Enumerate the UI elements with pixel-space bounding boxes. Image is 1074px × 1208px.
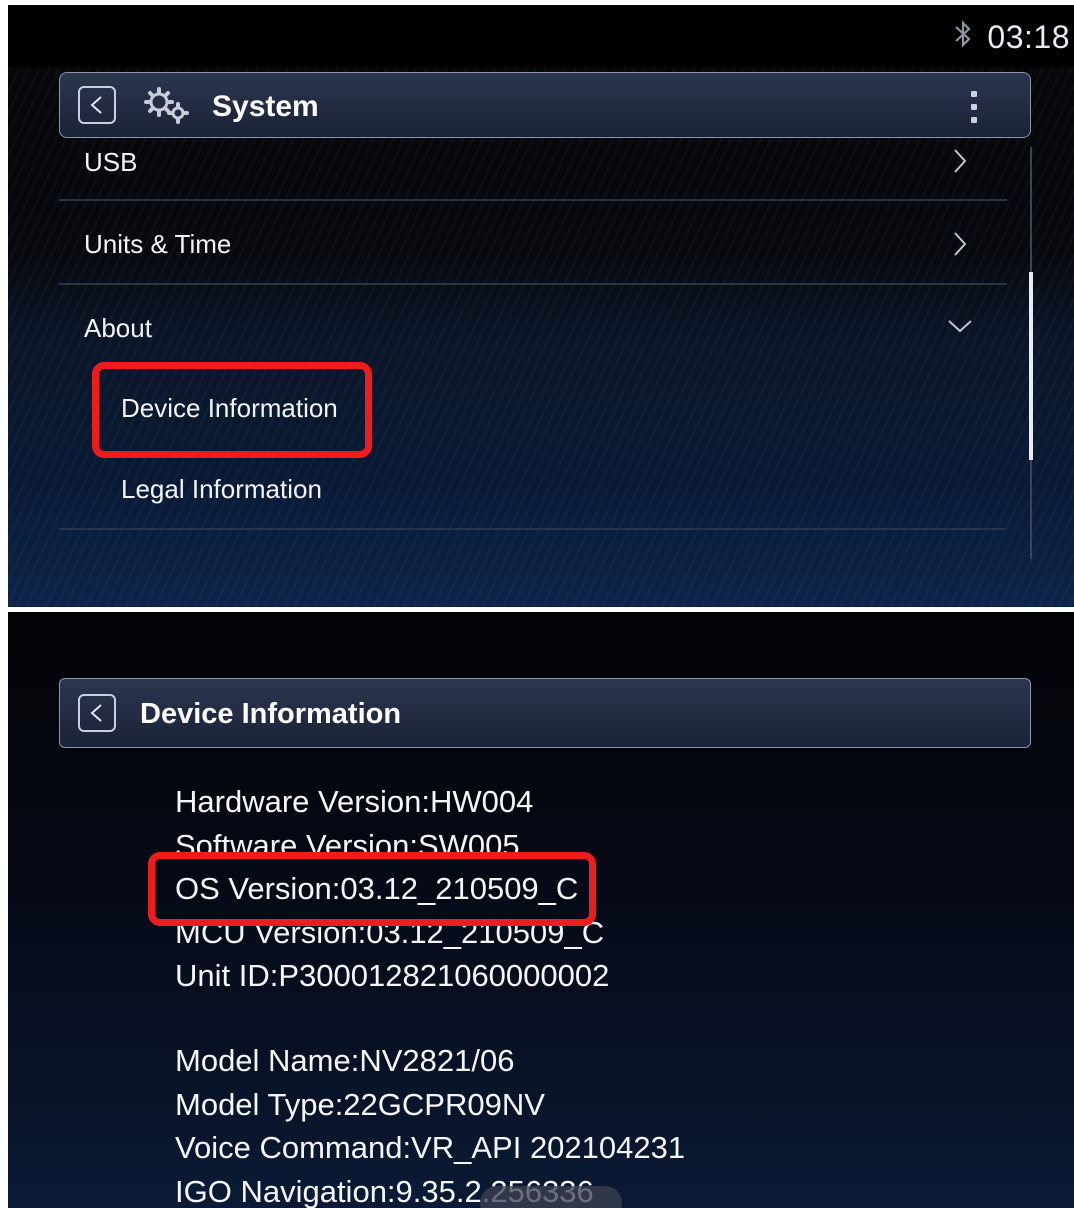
info-unit-id: Unit ID:P300012821060000002 <box>175 958 610 993</box>
page-title: System <box>212 90 319 123</box>
status-bar: 03:18 <box>8 5 1074 67</box>
menu-item-about[interactable]: About <box>59 285 1007 369</box>
gear-icon <box>144 87 189 124</box>
back-icon <box>90 704 102 722</box>
bluetooth-icon <box>955 20 971 48</box>
device-info-header: Device Information <box>59 678 1031 748</box>
info-model-type: Model Type:22GCPR09NV <box>175 1087 545 1122</box>
back-icon <box>90 96 102 114</box>
chevron-right-icon <box>954 149 967 173</box>
back-button[interactable] <box>78 86 116 124</box>
chevron-right-icon <box>954 232 967 256</box>
about-item-legal-information[interactable]: Legal Information <box>121 474 322 505</box>
system-screen: 03:18 System USB Units & Time About Devi… <box>8 5 1074 607</box>
highlight-box <box>148 852 596 926</box>
info-hardware-version: Hardware Version:HW004 <box>175 784 534 819</box>
nav-pill[interactable] <box>480 1186 622 1208</box>
back-button[interactable] <box>78 694 116 732</box>
more-vert-icon[interactable] <box>970 91 978 125</box>
device-information-screen: Device Information Hardware Version:HW00… <box>8 612 1074 1208</box>
info-voice-command: Voice Command:VR_API 202104231 <box>175 1130 686 1165</box>
system-header: System <box>59 72 1031 138</box>
scrollbar-thumb[interactable] <box>1029 272 1033 460</box>
highlight-box <box>92 362 372 458</box>
menu-item-label: Units & Time <box>84 229 232 259</box>
page-title: Device Information <box>140 698 402 730</box>
status-clock: 03:18 <box>987 19 1070 55</box>
info-model-name: Model Name:NV2821/06 <box>175 1043 515 1078</box>
chevron-down-icon <box>948 320 972 333</box>
menu-item-units-time[interactable]: Units & Time <box>59 201 1007 285</box>
menu-item-label: About <box>84 313 152 343</box>
divider <box>59 528 1007 530</box>
menu-item-label: USB <box>84 147 138 177</box>
